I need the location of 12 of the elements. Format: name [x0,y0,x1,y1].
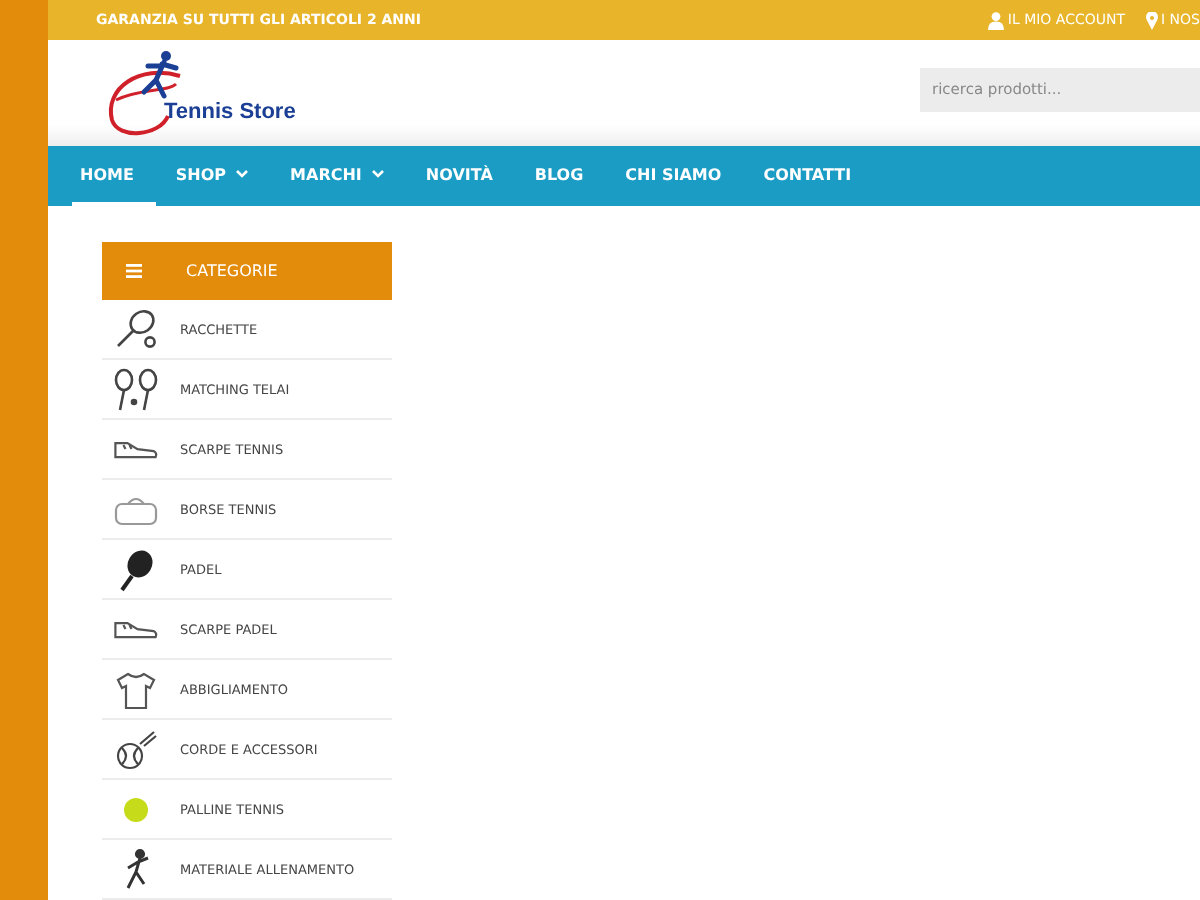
racket-icon [112,307,160,351]
location-pin-icon [1145,11,1158,30]
shirt-icon [112,667,160,711]
categories-title: CATEGORIE [186,262,278,280]
shoe-icon [114,619,158,639]
menu-icon [126,264,142,278]
user-icon [987,11,1004,30]
shoe-icon [114,439,158,459]
rackets-icon [112,367,160,411]
logo-text: Tennis Store [164,99,296,124]
logo[interactable]: Tennis Store [100,47,296,140]
ball-icon [112,727,160,771]
